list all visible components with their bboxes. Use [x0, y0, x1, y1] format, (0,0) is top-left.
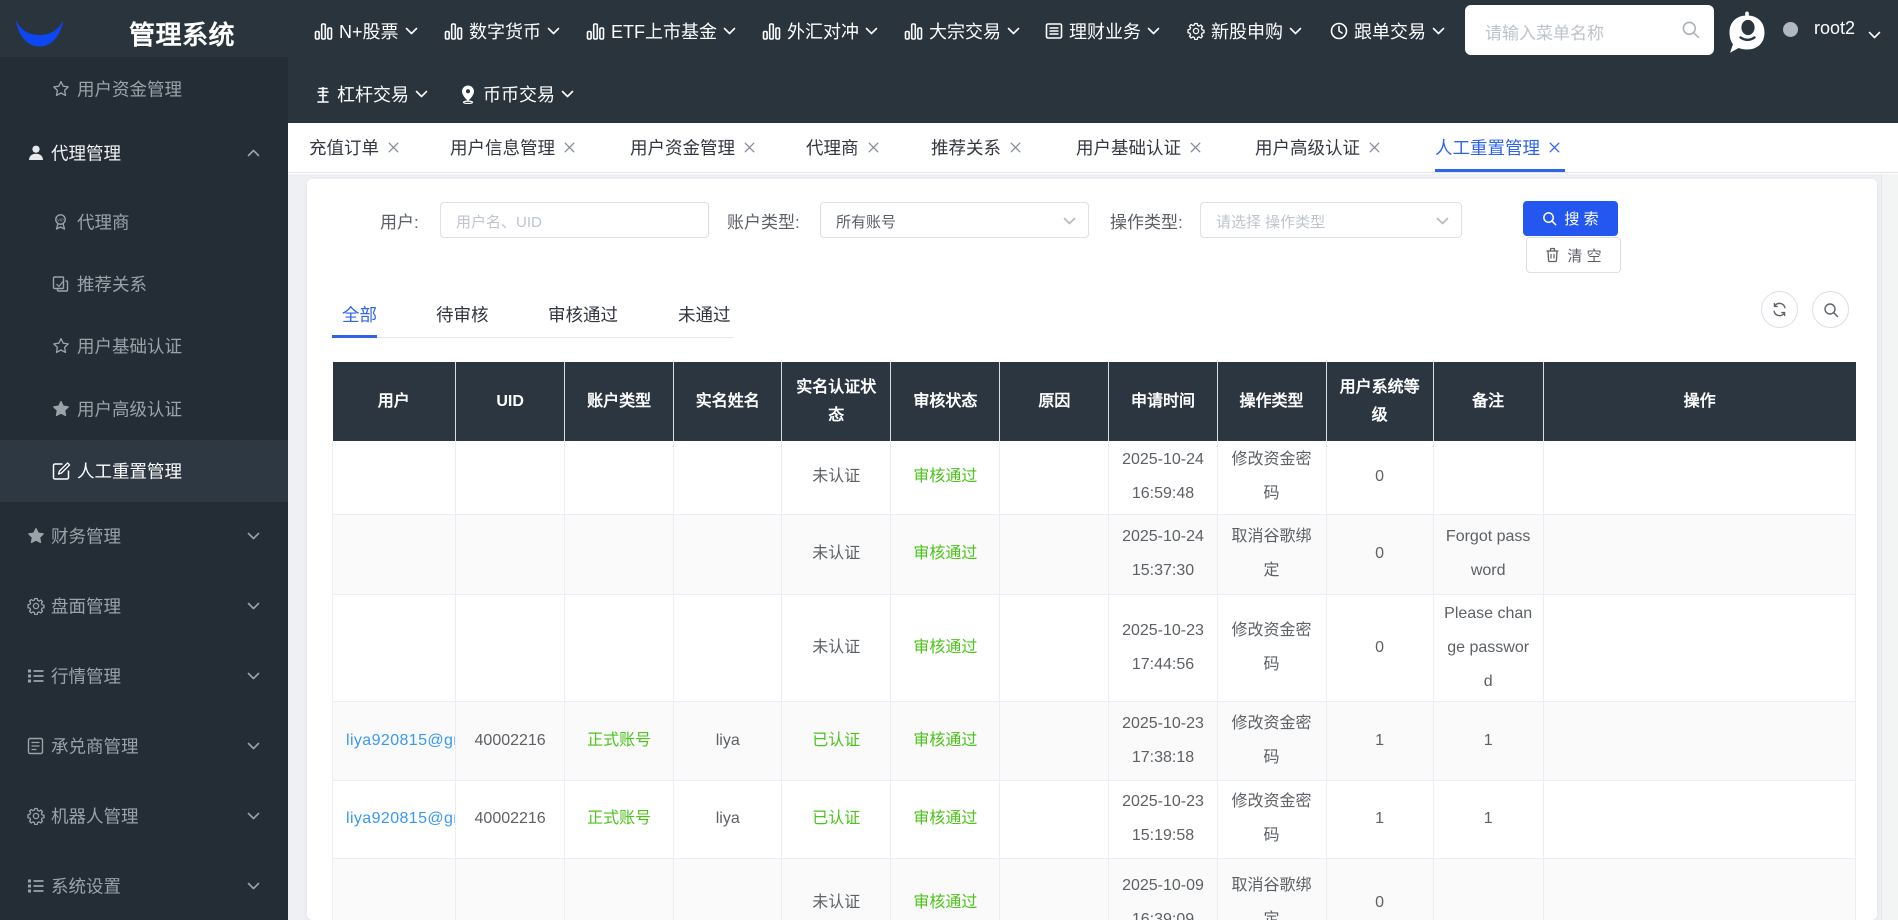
svg-text:VIP: VIP [57, 217, 64, 222]
